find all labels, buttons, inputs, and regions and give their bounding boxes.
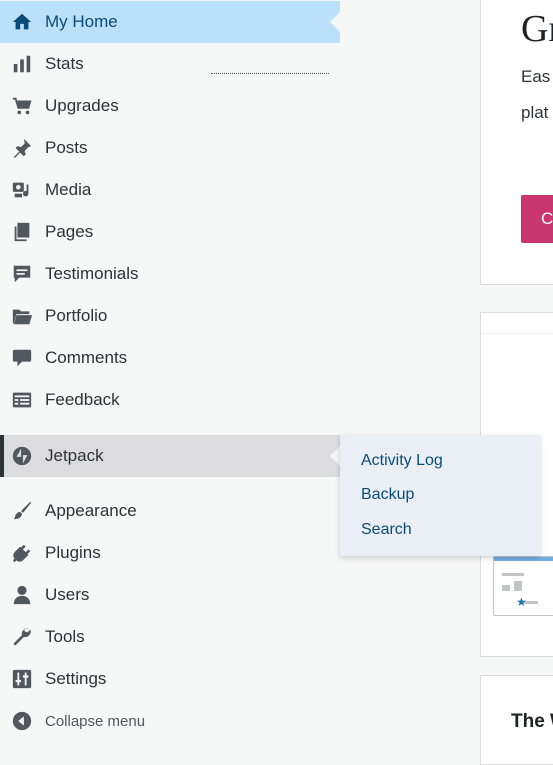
sliders-icon [10, 667, 34, 691]
arrow-left-circle-icon [10, 709, 34, 733]
illustration-block [514, 581, 522, 591]
jetpack-icon [10, 444, 34, 468]
sidebar-item-label: Stats [45, 54, 84, 73]
sidebar-item-label: Upgrades [45, 96, 119, 115]
sidebar-item-label: Feedback [45, 390, 120, 409]
sidebar-item-my-home[interactable]: My Home [0, 1, 340, 43]
welcome-card: Gr Eas plat Cr [480, 0, 553, 285]
sidebar-item-label: Portfolio [45, 306, 108, 325]
sidebar-item-plugins[interactable]: Plugins [0, 532, 340, 574]
sidebar-item-pages[interactable]: Pages [0, 211, 340, 253]
sidebar-item-label: Testimonials [45, 264, 139, 283]
media-icon [10, 178, 34, 202]
folder-icon [10, 304, 34, 328]
jetpack-flyout-menu: Activity Log Backup Search [340, 435, 540, 556]
stats-icon [10, 52, 34, 76]
cart-icon [10, 94, 34, 118]
sidebar-item-stats[interactable]: Stats [0, 43, 340, 85]
home-icon [10, 10, 34, 34]
sidebar-item-label: Settings [45, 669, 107, 688]
sidebar-item-label: Users [45, 585, 90, 604]
pages-icon [10, 220, 34, 244]
user-icon [10, 583, 34, 607]
flyout-item-activity-log[interactable]: Activity Log [361, 452, 443, 470]
brush-icon [10, 499, 34, 523]
sidebar-item-label: Jetpack [45, 446, 104, 465]
sidebar-item-feedback[interactable]: Feedback [0, 379, 340, 421]
card-text-line: plat [521, 103, 549, 122]
collapse-menu-button[interactable]: Collapse menu [0, 700, 340, 742]
flyout-item-search[interactable]: Search [361, 521, 412, 539]
plug-icon [10, 541, 34, 565]
sidebar-item-appearance[interactable]: Appearance [0, 490, 340, 532]
comment-icon [10, 346, 34, 370]
primary-cta-button[interactable]: Cr [521, 195, 553, 243]
sidebar-item-settings[interactable]: Settings [0, 658, 340, 700]
info-card: The W [480, 675, 553, 765]
sidebar-item-tools[interactable]: Tools [0, 616, 340, 658]
sidebar-item-posts[interactable]: Posts [0, 127, 340, 169]
sidebar-item-jetpack[interactable]: Jetpack [0, 435, 340, 477]
sidebar-item-testimonials[interactable]: Testimonials [0, 253, 340, 295]
wrench-icon [10, 625, 34, 649]
illustration-block [502, 585, 510, 591]
sidebar-item-label: Plugins [45, 543, 101, 562]
divider [481, 333, 553, 334]
testimonial-icon [10, 262, 34, 286]
sidebar-item-label: Tools [45, 627, 85, 646]
card-heading: The W [511, 711, 553, 732]
flyout-item-backup[interactable]: Backup [361, 486, 414, 504]
illustration-line [502, 573, 524, 576]
sidebar-item-label: Posts [45, 138, 88, 157]
sidebar-item-portfolio[interactable]: Portfolio [0, 295, 340, 337]
sidebar: My Home Stats Upgrades Posts Media Pages [0, 0, 340, 749]
star-icon: ★ [516, 595, 527, 609]
sidebar-item-comments[interactable]: Comments [0, 337, 340, 379]
sidebar-item-label: Pages [45, 222, 94, 241]
feedback-icon [10, 388, 34, 412]
sidebar-item-users[interactable]: Users [0, 574, 340, 616]
illustration-bar [494, 557, 553, 561]
sidebar-item-media[interactable]: Media [0, 169, 340, 211]
collapse-menu-label: Collapse menu [45, 712, 146, 730]
sidebar-item-label: Appearance [45, 501, 137, 520]
sidebar-item-upgrades[interactable]: Upgrades [0, 85, 340, 127]
card-heading: Gr [521, 8, 553, 50]
sidebar-item-label: My Home [45, 12, 118, 31]
pin-icon [10, 136, 34, 160]
sidebar-item-label: Media [45, 180, 92, 199]
card-text-line: Eas [521, 67, 551, 86]
sidebar-item-label: Comments [45, 348, 128, 367]
